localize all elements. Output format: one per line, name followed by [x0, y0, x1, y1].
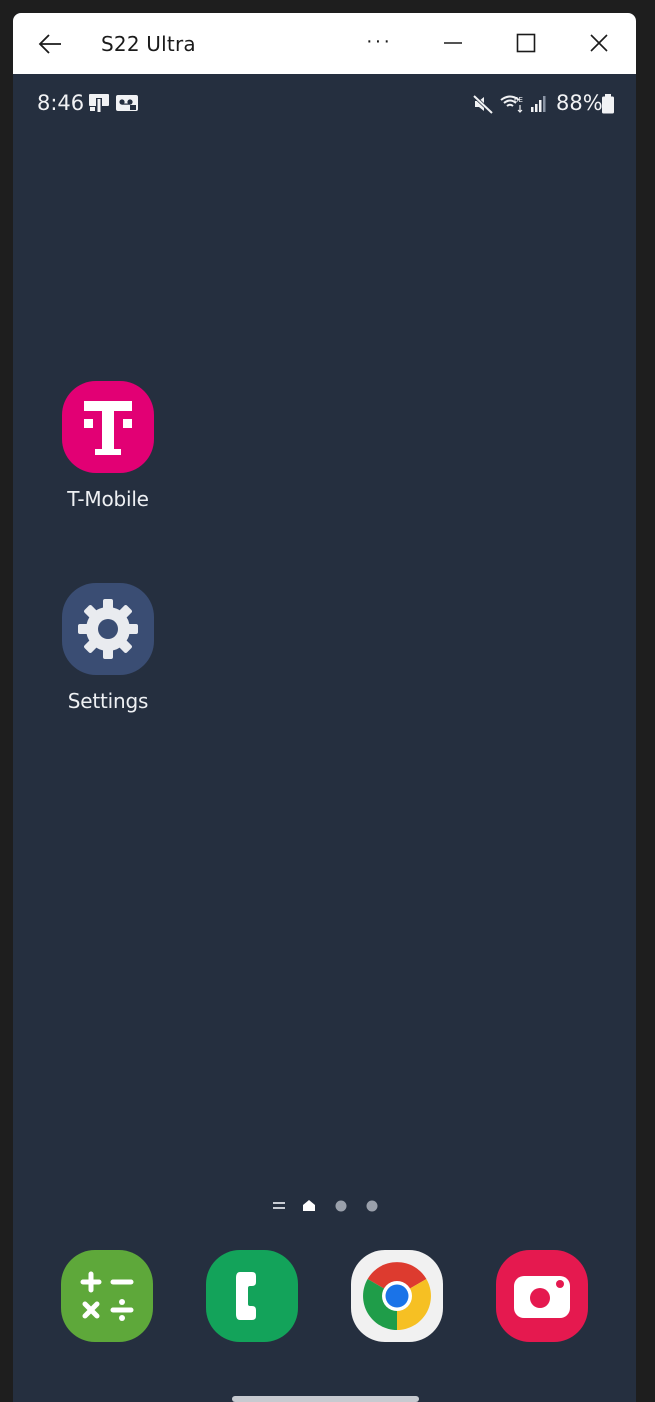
phone-screen[interactable]: 8:46 6E 88% T-Mobile Settings	[13, 74, 636, 1402]
voicemail-icon	[115, 94, 139, 117]
title-bar: S22 Ultra ···	[13, 13, 636, 74]
page-indicator[interactable]	[271, 1196, 381, 1216]
signal-icon	[530, 95, 548, 118]
close-button[interactable]	[581, 27, 617, 59]
page-dot	[366, 1200, 378, 1212]
minimize-icon	[444, 42, 462, 44]
calculator-icon[interactable]	[61, 1250, 153, 1342]
page-list-icon	[273, 1202, 285, 1209]
page-dot	[335, 1200, 347, 1212]
app-label-settings: Settings	[67, 689, 149, 713]
mute-icon	[472, 94, 494, 119]
settings-gear-icon	[62, 583, 154, 675]
status-bar: 8:46 6E 88%	[13, 74, 636, 130]
svg-text:6E: 6E	[514, 96, 523, 104]
minimize-button[interactable]	[435, 27, 471, 59]
home-page-dot-icon	[303, 1200, 315, 1211]
phone-icon[interactable]	[206, 1250, 298, 1342]
home-gesture-bar[interactable]	[232, 1396, 419, 1402]
more-options-button[interactable]: ···	[361, 25, 397, 57]
chrome-icon[interactable]	[351, 1250, 443, 1342]
maximize-button[interactable]	[508, 27, 544, 59]
app-t-mobile[interactable]: T-Mobile	[38, 381, 178, 511]
emulator-window: S22 Ultra ··· 8:46 6E 88% T-Mobile Setti…	[13, 13, 636, 1402]
wifi-6e-icon: 6E	[499, 92, 525, 119]
back-arrow-icon[interactable]	[37, 31, 63, 57]
close-icon	[590, 34, 608, 52]
app-label-t-mobile: T-Mobile	[67, 487, 149, 511]
t-mobile-icon	[62, 381, 154, 473]
battery-percentage: 88%	[556, 91, 603, 115]
cast-icon	[87, 92, 111, 119]
status-time: 8:46	[37, 91, 85, 115]
app-settings[interactable]: Settings	[38, 583, 178, 713]
battery-icon	[601, 93, 615, 120]
maximize-icon	[516, 33, 536, 53]
camera-icon[interactable]	[496, 1250, 588, 1342]
window-title: S22 Ultra	[101, 32, 196, 56]
